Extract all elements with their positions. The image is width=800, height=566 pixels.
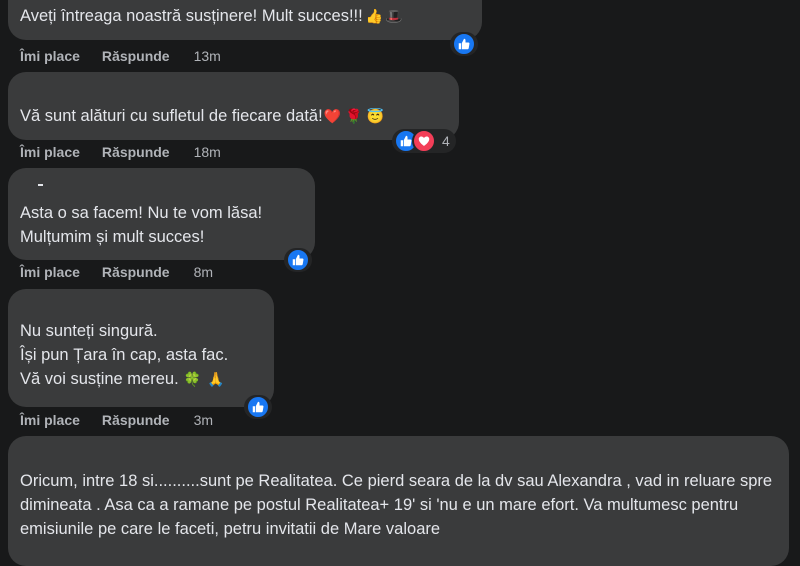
four-leaf-clover-emoji: 🍀 — [183, 371, 202, 387]
comment-3-line-2: Mulțumim și mult succes! — [20, 228, 205, 246]
comment-3-line-1: Asta o sa facem! Nu te vom lăsa! — [20, 204, 263, 222]
comment-3-reactions[interactable] — [284, 248, 312, 272]
reply-button[interactable]: Răspunde — [102, 412, 170, 428]
comment-4-line-2: Își pun Țara în cap, asta fac. — [20, 346, 229, 364]
comment-bubble-1: Aveți întreaga noastră susținere! Mult s… — [8, 0, 482, 40]
comment-4-timestamp[interactable]: 3m — [194, 412, 213, 428]
thumbs-up-emoji: 👍 — [365, 8, 384, 24]
reply-button[interactable]: Răspunde — [102, 144, 170, 160]
red-heart-emoji: ❤️ — [323, 108, 342, 124]
comment-1-text: Aveți întreaga noastră susținere! Mult s… — [20, 7, 363, 25]
comment-4-line-1: Nu sunteți singură. — [20, 322, 158, 340]
comment-1-timestamp[interactable]: 13m — [194, 48, 221, 64]
like-reaction-icon — [286, 248, 310, 272]
comment-2-text: Vă sunt alături cu sufletul de fiecare d… — [20, 107, 323, 125]
love-reaction-icon — [412, 129, 436, 153]
like-reaction-icon — [452, 32, 476, 56]
comment-bubble-5: Oricum, intre 18 si..........sunt pe Rea… — [8, 436, 789, 566]
comment-2-actions: Îmi place Răspunde 18m — [20, 142, 221, 162]
like-button[interactable]: Îmi place — [20, 144, 80, 160]
comment-1-actions: Îmi place Răspunde 13m — [20, 46, 221, 66]
comment-4-actions: Îmi place Răspunde 3m — [20, 410, 213, 430]
like-button[interactable]: Îmi place — [20, 412, 80, 428]
like-button[interactable]: Îmi place — [20, 264, 80, 280]
comment-4-line-3: Vă voi susține mereu. — [20, 370, 179, 388]
comment-3-timestamp[interactable]: 8m — [194, 264, 213, 280]
rose-emoji: 🌹 — [345, 108, 363, 124]
reaction-count: 4 — [442, 133, 450, 149]
comment-1-reactions[interactable] — [450, 32, 478, 56]
smiling-face-halo-emoji: 😇 — [366, 108, 384, 124]
comment-3-dash-mark — [38, 184, 43, 186]
like-reaction-icon — [246, 395, 270, 419]
folded-hands-emoji: 🙏 — [207, 371, 225, 387]
comment-5-text: Oricum, intre 18 si..........sunt pe Rea… — [20, 472, 773, 538]
reply-button[interactable]: Răspunde — [102, 264, 170, 280]
comment-bubble-4: Nu sunteți singură. Își pun Țara în cap,… — [8, 289, 274, 407]
comment-2-timestamp[interactable]: 18m — [194, 144, 221, 160]
comment-4-reactions[interactable] — [244, 395, 272, 419]
comment-3-actions: Îmi place Răspunde 8m — [20, 262, 213, 282]
comment-bubble-2: Vă sunt alături cu sufletul de fiecare d… — [8, 72, 459, 140]
top-hat-emoji: 🎩 — [385, 8, 403, 24]
comment-2-reactions[interactable]: 4 — [392, 129, 456, 153]
reply-button[interactable]: Răspunde — [102, 48, 170, 64]
like-button[interactable]: Îmi place — [20, 48, 80, 64]
comment-bubble-3: Asta o sa facem! Nu te vom lăsa! Mulțumi… — [8, 168, 315, 260]
